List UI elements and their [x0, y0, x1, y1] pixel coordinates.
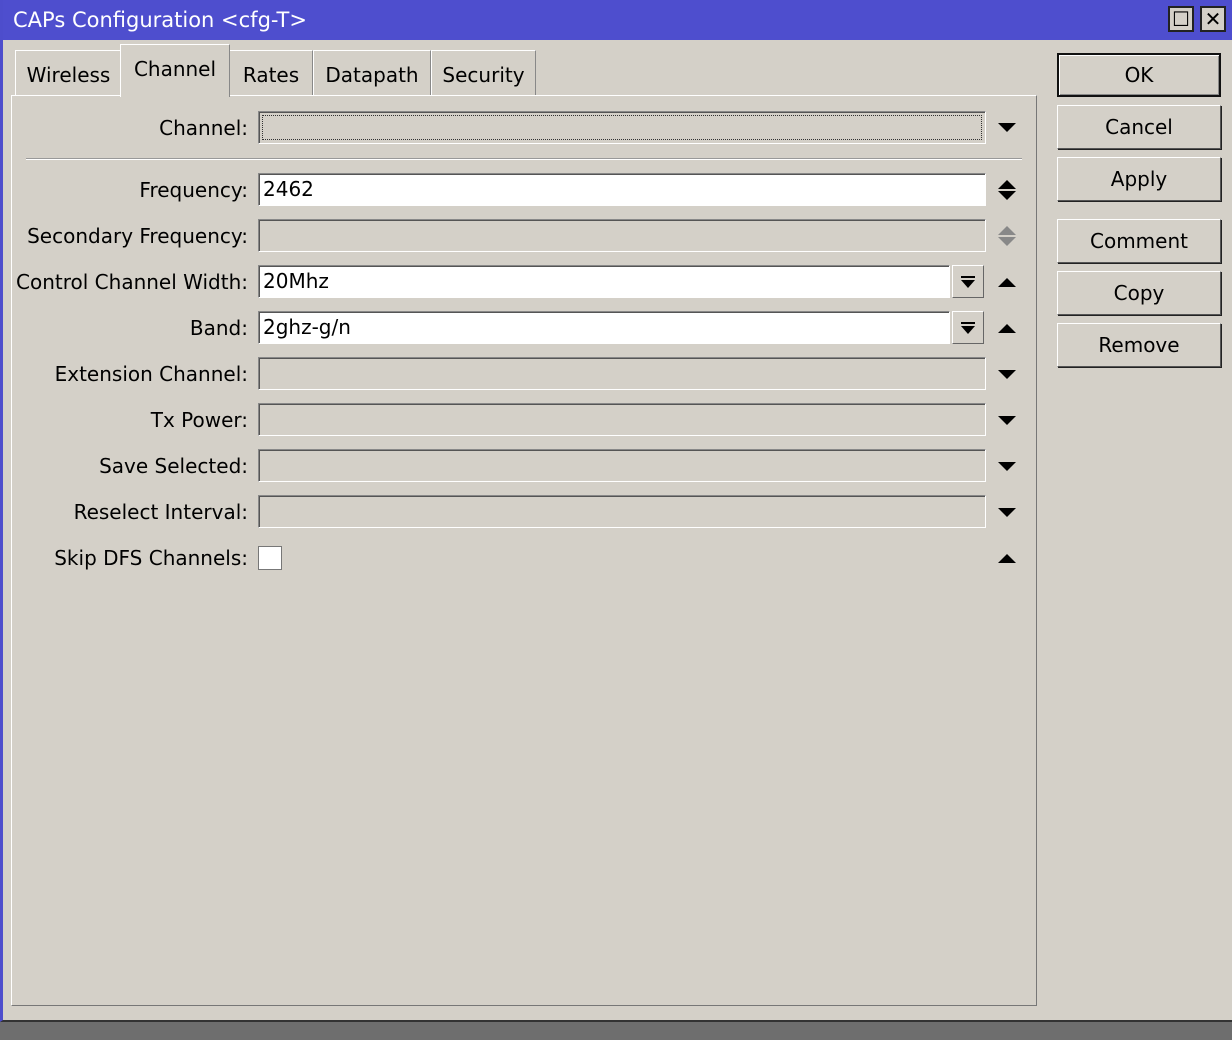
bar-icon	[961, 321, 975, 324]
tab-label: Security	[442, 62, 525, 87]
secondary-frequency-label: Secondary Frequency:	[27, 224, 248, 248]
remove-button[interactable]: Remove	[1057, 323, 1221, 367]
arrow-down-icon	[998, 237, 1016, 246]
skip-dfs-channels-collapse-arrow[interactable]	[996, 547, 1018, 569]
maximize-icon: ☐	[1172, 7, 1190, 31]
skip-dfs-channels-checkbox[interactable]	[258, 546, 282, 570]
chevron-down-icon	[998, 122, 1016, 132]
channel-panel: Channel: Frequency: 2462 Secondary Frequ…	[11, 95, 1037, 1006]
control-channel-width-label: Control Channel Width:	[16, 270, 248, 294]
chevron-down-icon	[998, 415, 1016, 425]
arrow-down-icon	[998, 191, 1016, 200]
control-channel-width-collapse-arrow[interactable]	[996, 271, 1018, 293]
chevron-down-icon	[961, 325, 975, 334]
separator	[26, 158, 1022, 160]
save-selected-label: Save Selected:	[99, 454, 248, 478]
extension-channel-expand-arrow[interactable]	[996, 363, 1018, 385]
band-input[interactable]: 2ghz-g/n	[258, 311, 950, 344]
tab-label: Channel	[133, 57, 217, 81]
save-selected-input[interactable]	[258, 449, 986, 482]
ok-button[interactable]: OK	[1057, 53, 1221, 97]
chevron-down-icon	[998, 507, 1016, 517]
channel-label: Channel:	[159, 116, 248, 140]
extension-channel-label: Extension Channel:	[54, 362, 248, 386]
secondary-frequency-input[interactable]	[258, 219, 986, 252]
tab-label: Wireless	[26, 62, 111, 87]
caps-configuration-window: CAPs Configuration <cfg-T> ☐ ✕ Wireless …	[0, 0, 1232, 1022]
chevron-down-icon	[961, 279, 975, 288]
tab-label: Datapath	[325, 62, 419, 87]
title-bar[interactable]: CAPs Configuration <cfg-T> ☐ ✕	[3, 0, 1232, 40]
tab-label: Rates	[242, 62, 300, 87]
channel-dropdown-arrow[interactable]	[996, 116, 1018, 138]
tab-security[interactable]: Security	[431, 50, 536, 96]
tab-channel[interactable]: Channel	[120, 44, 230, 97]
control-channel-width-input[interactable]: 20Mhz	[258, 265, 950, 298]
comment-button[interactable]: Comment	[1057, 219, 1221, 263]
tab-datapath[interactable]: Datapath	[313, 50, 431, 96]
desktop-background	[0, 1022, 1232, 1040]
apply-button[interactable]: Apply	[1057, 157, 1221, 201]
tx-power-input[interactable]	[258, 403, 986, 436]
skip-dfs-channels-label: Skip DFS Channels:	[54, 546, 248, 570]
copy-button[interactable]: Copy	[1057, 271, 1221, 315]
reselect-interval-input[interactable]	[258, 495, 986, 528]
control-channel-width-dropdown-button[interactable]	[952, 265, 984, 298]
chevron-up-icon	[998, 323, 1016, 333]
bar-icon	[961, 275, 975, 278]
close-button[interactable]: ✕	[1200, 6, 1226, 32]
cancel-button[interactable]: Cancel	[1057, 105, 1221, 149]
chevron-down-icon	[998, 369, 1016, 379]
band-collapse-arrow[interactable]	[996, 317, 1018, 339]
band-label: Band:	[189, 316, 248, 340]
close-icon: ✕	[1204, 7, 1222, 31]
channel-select[interactable]	[258, 111, 986, 144]
tab-wireless[interactable]: Wireless	[15, 50, 122, 96]
chevron-down-icon	[998, 461, 1016, 471]
arrow-up-icon	[998, 226, 1016, 235]
tx-power-expand-arrow[interactable]	[996, 409, 1018, 431]
extension-channel-input[interactable]	[258, 357, 986, 390]
window-title: CAPs Configuration <cfg-T>	[13, 8, 307, 32]
arrow-up-icon	[998, 180, 1016, 189]
frequency-label: Frequency:	[139, 178, 248, 202]
frequency-input[interactable]: 2462	[258, 173, 986, 206]
tab-rates[interactable]: Rates	[229, 50, 313, 96]
chevron-up-icon	[998, 277, 1016, 287]
secondary-frequency-spinner	[996, 220, 1018, 252]
save-selected-expand-arrow[interactable]	[996, 455, 1018, 477]
reselect-interval-expand-arrow[interactable]	[996, 501, 1018, 523]
band-dropdown-button[interactable]	[952, 311, 984, 344]
tx-power-label: Tx Power:	[150, 408, 248, 432]
reselect-interval-label: Reselect Interval:	[73, 500, 248, 524]
maximize-button[interactable]: ☐	[1168, 6, 1194, 32]
chevron-up-icon	[998, 553, 1016, 563]
frequency-spinner[interactable]	[996, 174, 1018, 206]
